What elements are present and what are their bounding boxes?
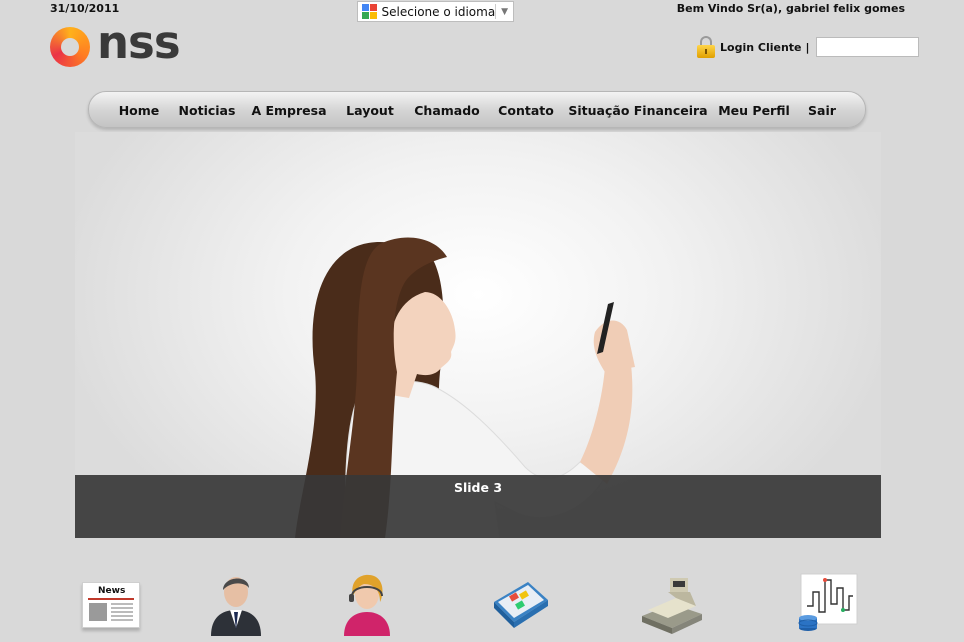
logo-text: nss: [97, 16, 181, 69]
nav-item-sair[interactable]: Sair: [808, 103, 836, 118]
news-icon[interactable]: News: [80, 566, 146, 636]
chevron-down-icon[interactable]: ▼: [501, 7, 508, 17]
login-area: Login Cliente |: [697, 36, 919, 58]
current-date: 31/10/2011: [50, 2, 120, 15]
nav-item-a-empresa[interactable]: A Empresa: [251, 103, 326, 118]
businessman-icon[interactable]: [203, 566, 269, 636]
support-agent-icon[interactable]: [334, 566, 400, 636]
language-selector[interactable]: Selecione o idioma ▼: [357, 1, 514, 22]
nav-item-home[interactable]: Home: [119, 103, 160, 118]
news-label: News: [98, 586, 126, 596]
logo-ring-icon: [50, 27, 90, 67]
nav-item-situacao-financeira[interactable]: Situação Financeira: [568, 103, 707, 118]
nav-item-layout[interactable]: Layout: [346, 103, 394, 118]
login-separator: |: [805, 40, 810, 54]
divider: [495, 4, 497, 19]
login-input[interactable]: [815, 37, 919, 57]
welcome-message: Bem Vindo Sr(a), gabriel felix gomes: [676, 2, 905, 15]
nav-item-chamado[interactable]: Chamado: [414, 103, 480, 118]
nav-item-noticias[interactable]: Noticias: [179, 103, 236, 118]
chart-database-icon[interactable]: [795, 566, 861, 636]
lock-icon: [697, 36, 715, 58]
nav-item-meu-perfil[interactable]: Meu Perfil: [718, 103, 790, 118]
cash-register-icon[interactable]: [638, 566, 704, 636]
language-selector-label: Selecione o idioma: [381, 4, 496, 19]
main-navigation: Home Noticias A Empresa Layout Chamado C…: [88, 91, 866, 128]
image-slider[interactable]: Slide 3: [75, 132, 881, 538]
nav-item-contato[interactable]: Contato: [498, 103, 554, 118]
logo[interactable]: nss: [50, 16, 205, 69]
login-label[interactable]: Login Cliente: [720, 41, 802, 54]
software-box-icon[interactable]: [488, 566, 554, 636]
slide-caption: Slide 3: [75, 475, 881, 538]
google-translate-icon: [362, 4, 377, 19]
shortcut-icons: News: [0, 566, 964, 642]
